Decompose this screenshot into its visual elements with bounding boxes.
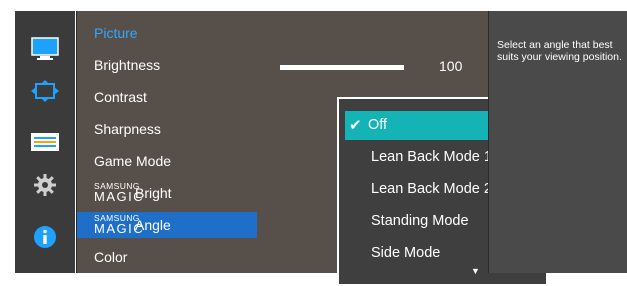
menu-item-sharpness[interactable]: Sharpness [77, 116, 257, 142]
scroll-down-icon[interactable]: ▼ [471, 266, 480, 276]
menu-item-color[interactable]: Color [77, 244, 257, 270]
menu-item-game-mode[interactable]: Game Mode [77, 148, 257, 174]
menu-item-label: Sharpness [94, 121, 161, 137]
menu-item-label: Brightness [94, 57, 161, 73]
menu-category-title: Picture [94, 25, 138, 41]
menu-item-magic-bright[interactable]: SAMSUNG MAGIC Bright [77, 180, 257, 206]
brightness-slider[interactable] [280, 65, 404, 70]
category-icon-bar [15, 11, 75, 273]
help-panel: Select an angle that best suits your vie… [488, 11, 627, 273]
dropdown-option-label: Lean Back Mode 1 [371, 149, 492, 165]
dropdown-option-label: Off [368, 117, 388, 133]
system-icon[interactable] [15, 125, 75, 159]
onscreen-display-icon[interactable] [15, 74, 75, 108]
settings-icon[interactable] [15, 168, 75, 202]
menu-item-brightness[interactable]: Brightness [77, 52, 257, 78]
information-icon[interactable] [15, 220, 75, 254]
dropdown-option-label: Side Mode [371, 245, 441, 261]
menu-item-label: Bright [135, 185, 172, 201]
dropdown-option-label: Standing Mode [371, 213, 469, 229]
help-text: Select an angle that best suits your vie… [497, 39, 622, 63]
checkmark-icon: ✔ [349, 117, 362, 134]
menu-item-magic-angle[interactable]: SAMSUNG MAGIC Angle [77, 212, 257, 238]
menu-item-contrast[interactable]: Contrast [77, 84, 257, 110]
menu-item-label: Game Mode [94, 153, 172, 169]
menu-item-label: Angle [135, 217, 171, 233]
menu-item-label: Contrast [94, 89, 147, 105]
menu-item-label: Color [94, 249, 128, 265]
monitor-osd: Picture Brightness Contrast Sharpness Ga… [0, 0, 627, 286]
dropdown-option-label: Lean Back Mode 2 [371, 181, 492, 197]
brightness-value: 100 [439, 58, 463, 74]
picture-icon[interactable] [15, 32, 75, 66]
picture-menu-panel: Picture Brightness Contrast Sharpness Ga… [76, 11, 548, 286]
